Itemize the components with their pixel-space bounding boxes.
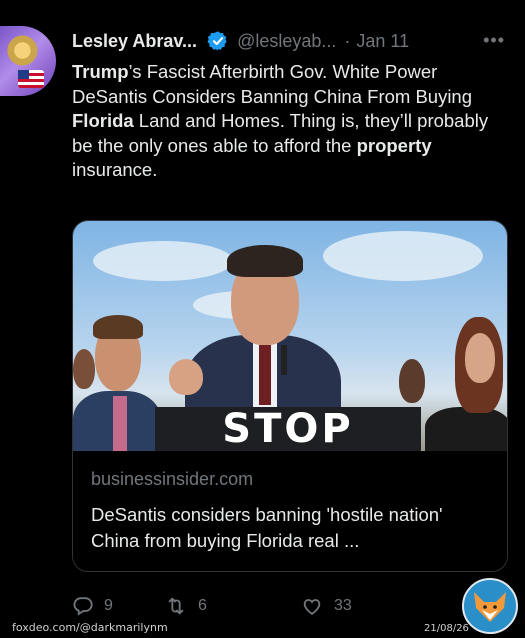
- like-icon: [303, 599, 321, 615]
- retweet-count: 6: [198, 597, 207, 614]
- avatar-flag-badge: [18, 70, 44, 88]
- stop-sign: STOP: [155, 406, 421, 451]
- display-name[interactable]: Lesley Abrav...: [72, 31, 197, 52]
- tweet-text: Trump’s Fascist Afterbirth Gov. White Po…: [72, 60, 512, 183]
- like-button[interactable]: 33: [300, 595, 400, 617]
- card-info[interactable]: businessinsider.com DeSantis considers b…: [73, 451, 507, 571]
- retweet-button[interactable]: 6: [164, 595, 300, 617]
- reply-count: 9: [104, 597, 113, 614]
- reply-icon: [73, 597, 93, 616]
- tweet-header: Lesley Abrav... @lesleyab... · Jan 11: [72, 28, 509, 54]
- tweet-date[interactable]: Jan 11: [356, 31, 409, 52]
- fox-logo-icon: [462, 578, 518, 634]
- handle[interactable]: @lesleyab...: [237, 31, 336, 52]
- card-photo: STOP: [73, 221, 507, 451]
- card-title[interactable]: DeSantis considers banning 'hostile nati…: [91, 502, 491, 554]
- header-separator: ·: [344, 30, 351, 51]
- verified-badge-icon: [207, 30, 229, 52]
- tweet-text-segment: property: [356, 134, 432, 156]
- reply-button[interactable]: 9: [72, 595, 164, 617]
- avatar[interactable]: [0, 26, 56, 96]
- stop-sign-text: STOP: [222, 406, 354, 451]
- watermark-text: foxdeo.com/@darkmarilynm: [12, 621, 168, 634]
- retweet-icon: [168, 597, 184, 615]
- like-count: 33: [334, 597, 352, 614]
- watermark-date: 21/08/26: [424, 623, 469, 634]
- more-options-icon[interactable]: •••: [483, 30, 505, 51]
- card-domain[interactable]: businessinsider.com: [91, 469, 491, 490]
- link-card[interactable]: STOP businessinsider.com DeSantis consid…: [72, 220, 508, 572]
- tweet-text-segment: Florida: [72, 110, 134, 131]
- tweet-text-segment: insurance.: [72, 159, 158, 180]
- tweet-text-segment: Trump: [72, 61, 129, 82]
- tweet-text-segment: ’s Fascist Afterbirth Gov. White Power D…: [72, 61, 473, 107]
- action-bar: 9 6 33: [72, 593, 432, 619]
